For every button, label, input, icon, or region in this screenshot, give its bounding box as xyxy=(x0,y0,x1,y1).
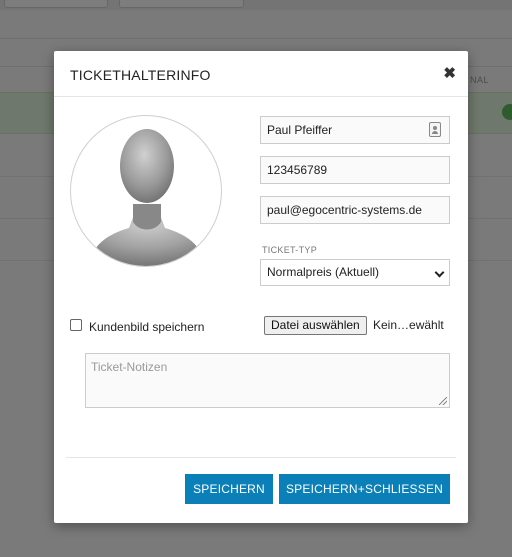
ticket-holder-modal: TICKETHALTERINFO ✖ TICK xyxy=(54,51,468,523)
chevron-down-icon xyxy=(434,267,445,278)
save-button[interactable]: SPEICHERN xyxy=(185,474,273,504)
choose-file-button[interactable]: Datei auswählen xyxy=(264,316,367,335)
email-field[interactable] xyxy=(260,196,450,224)
ticket-notes-textarea[interactable]: Ticket-Notizen xyxy=(85,353,450,408)
close-icon[interactable]: ✖ xyxy=(443,66,456,82)
ticket-type-label: TICKET-TYP xyxy=(262,245,318,255)
contact-card-icon[interactable] xyxy=(429,122,441,137)
save-close-button[interactable]: SPEICHERN+SCHLIESSEN xyxy=(279,474,450,504)
modal-title: TICKETHALTERINFO xyxy=(70,67,211,83)
save-customer-image-checkbox[interactable] xyxy=(70,319,82,331)
phone-field[interactable] xyxy=(260,156,450,184)
avatar-placeholder-icon xyxy=(70,115,222,267)
resize-handle-icon[interactable] xyxy=(439,397,447,405)
modal-header: TICKETHALTERINFO ✖ xyxy=(54,51,468,97)
name-field[interactable] xyxy=(260,116,450,144)
file-status-text: Kein…ewählt xyxy=(373,318,444,332)
save-customer-image-label[interactable]: Kundenbild speichern xyxy=(89,320,204,334)
ticket-type-select[interactable]: Normalpreis (Aktuell) xyxy=(260,259,450,286)
ticket-notes-placeholder: Ticket-Notizen xyxy=(91,360,168,374)
ticket-type-selected-value: Normalpreis (Aktuell) xyxy=(267,265,380,279)
footer-divider xyxy=(66,457,456,458)
